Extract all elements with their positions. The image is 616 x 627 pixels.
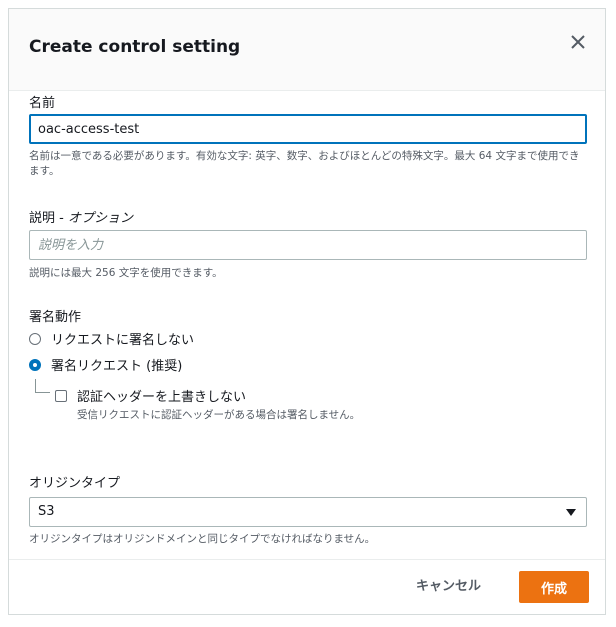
origin-type-value: S3 — [38, 504, 55, 519]
dialog-header: Create control setting — [9, 9, 605, 91]
origin-type-hint: オリジンタイプはオリジンドメインと同じタイプでなければなりません。 — [29, 533, 376, 545]
radio-label: リクエストに署名しない — [51, 333, 195, 348]
origin-type-label: オリジンタイプ — [29, 476, 121, 491]
create-control-setting-dialog: Create control setting 名前 名前は一意である必要がありま… — [8, 8, 606, 615]
override-hint: 受信リクエストに認証ヘッダーがある場合は署名しません。 — [77, 409, 361, 421]
radio-button-selected[interactable] — [29, 358, 41, 371]
description-label-text: 説明 - — [29, 211, 68, 226]
close-icon[interactable] — [569, 33, 587, 51]
dialog-footer: キャンセル 作成 — [9, 559, 605, 614]
checkbox[interactable] — [55, 389, 67, 402]
description-input[interactable] — [29, 230, 587, 260]
caret-down-icon — [566, 509, 576, 516]
signing-label: 署名動作 — [29, 310, 82, 325]
radio-button[interactable] — [29, 332, 41, 345]
tree-connector — [35, 379, 50, 393]
description-hint: 説明には最大 256 文字を使用できます。 — [29, 267, 223, 279]
name-label: 名前 — [29, 96, 56, 111]
name-hint: 名前は一意である必要があります。有効な文字: 英字、数字、およびほとんどの特殊文… — [29, 150, 580, 177]
checkbox-label: 認証ヘッダーを上書きしない — [77, 390, 247, 405]
checkbox-do-not-override[interactable]: 認証ヘッダーを上書きしない — [55, 386, 246, 405]
description-label: 説明 - オプション — [29, 207, 133, 226]
radio-do-not-sign[interactable]: リクエストに署名しない — [29, 329, 194, 348]
radio-sign-requests[interactable]: 署名リクエスト (推奨) — [29, 355, 182, 374]
radio-label: 署名リクエスト (推奨) — [51, 359, 183, 374]
dialog-title: Create control setting — [29, 37, 241, 57]
create-button[interactable]: 作成 — [519, 571, 589, 603]
optional-tag: オプション — [67, 211, 133, 226]
origin-type-select[interactable]: S3 — [29, 497, 587, 527]
name-input[interactable] — [29, 114, 587, 144]
cancel-button[interactable]: キャンセル — [408, 571, 489, 603]
